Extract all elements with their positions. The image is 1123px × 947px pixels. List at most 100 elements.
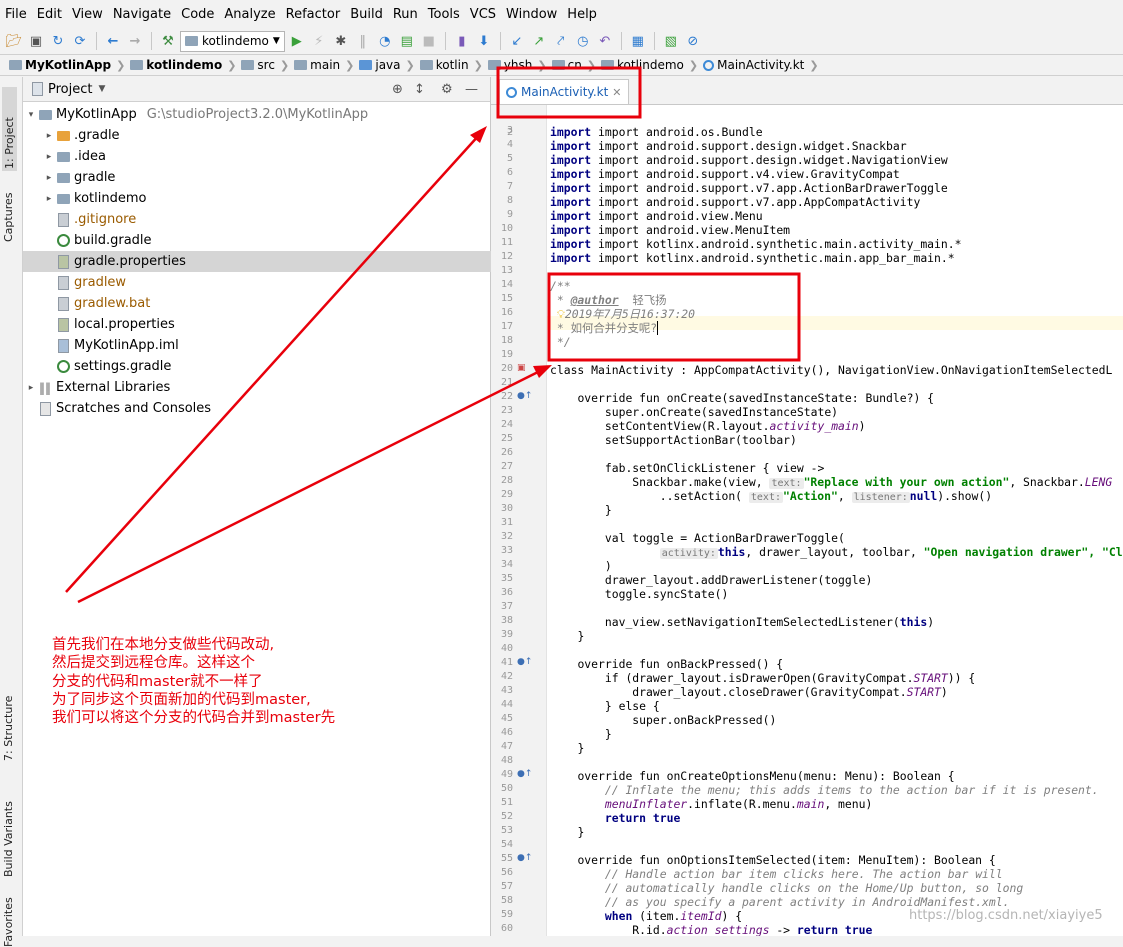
chevron-down-icon[interactable]: ▾: [25, 110, 37, 120]
override-gutter-icon[interactable]: ●↑: [517, 391, 532, 401]
vcs-revert-icon[interactable]: ↶: [595, 31, 615, 51]
breadcrumb-kotlin[interactable]: kotlin: [417, 58, 472, 72]
gear-icon[interactable]: ⚙︎: [441, 82, 453, 97]
override-gutter-icon[interactable]: ●↑: [517, 769, 532, 779]
tree-item[interactable]: build.gradle: [23, 230, 522, 251]
tree-item[interactable]: Scratches and Consoles: [23, 398, 504, 419]
save-icon[interactable]: ▣: [26, 31, 46, 51]
breadcrumb-separator: ❯: [809, 58, 819, 72]
project-view-selector[interactable]: Project: [48, 82, 92, 97]
line-number: 41: [500, 657, 513, 668]
vcs-update-icon[interactable]: ↙: [507, 31, 527, 51]
refresh-icon[interactable]: ⟳: [70, 31, 90, 51]
tab-mainactivity[interactable]: MainActivity.kt ✕: [499, 79, 629, 104]
monitor-icon[interactable]: ▧: [661, 31, 681, 51]
tree-item[interactable]: ▸ ‖‖ External Libraries: [23, 377, 492, 398]
forward-arrow-icon[interactable]: →: [125, 31, 145, 51]
editor-area: MainActivity.kt ✕ 2 3 4 5 6 7 8 9 10 11 12 13 14 15 16…: [491, 77, 1123, 936]
make-project-hammer-icon[interactable]: ⚒: [158, 31, 178, 51]
tree-item[interactable]: ▸ .gradle: [23, 125, 510, 146]
code-token: ): [604, 559, 612, 573]
stop-icon[interactable]: ■: [419, 31, 439, 51]
breadcrumb-src[interactable]: src: [238, 58, 278, 72]
run-tests-icon[interactable]: ▤: [397, 31, 417, 51]
chevron-right-icon[interactable]: ▸: [43, 131, 55, 141]
menu-tools[interactable]: Tools: [423, 0, 465, 30]
menu-build[interactable]: Build: [345, 0, 388, 30]
menu-vcs[interactable]: VCS: [465, 0, 501, 30]
breadcrumb-main[interactable]: main: [291, 58, 343, 72]
vcs-push-icon[interactable]: ⤤: [551, 31, 571, 51]
breadcrumb-project[interactable]: MyKotlinApp: [6, 58, 114, 72]
collapse-all-icon[interactable]: ↕: [414, 82, 425, 97]
sdk-manager-icon[interactable]: ⬇: [474, 31, 494, 51]
vcs-history-icon[interactable]: ◷: [573, 31, 593, 51]
open-folder-icon[interactable]: 📂︎: [4, 31, 24, 51]
tree-item[interactable]: settings.gradle: [23, 356, 522, 377]
menu-run[interactable]: Run: [388, 0, 423, 30]
tree-item[interactable]: .gitignore: [23, 209, 522, 230]
no-entry-icon[interactable]: ⊘: [683, 31, 703, 51]
chevron-right-icon[interactable]: ▸: [25, 383, 37, 393]
run-icon[interactable]: ▶: [287, 31, 307, 51]
tool-tab-structure[interactable]: 7: Structure: [2, 675, 15, 761]
breadcrumb-file[interactable]: MainActivity.kt: [700, 58, 807, 72]
tree-item-selected[interactable]: gradle.properties: [23, 251, 522, 272]
menu-view[interactable]: View: [67, 0, 108, 30]
tool-tab-favorites[interactable]: Favorites: [2, 887, 15, 947]
tree-item[interactable]: gradlew: [23, 272, 522, 293]
menu-refactor[interactable]: Refactor: [281, 0, 346, 30]
breadcrumb-package[interactable]: kotlindemo: [598, 58, 687, 72]
profile-icon[interactable]: ◔: [375, 31, 395, 51]
override-gutter-icon[interactable]: ●↑: [517, 853, 532, 863]
tree-root[interactable]: ▾ MyKotlinApp G:\studioProject3.2.0\MyKo…: [23, 104, 490, 125]
menu-edit[interactable]: Edit: [32, 0, 67, 30]
tree-item[interactable]: MyKotlinApp.iml: [23, 335, 522, 356]
breadcrumb-java[interactable]: java: [356, 58, 403, 72]
override-gutter-icon[interactable]: ●↑: [517, 657, 532, 667]
line-number: 18: [500, 335, 513, 346]
code-view[interactable]: import import android.os.Bundle import im…: [550, 105, 1123, 936]
run-configuration-select[interactable]: kotlindemo ▼: [180, 30, 285, 52]
chevron-down-icon[interactable]: ▼: [98, 84, 105, 94]
code-line: }: [550, 629, 584, 643]
tree-item[interactable]: local.properties: [23, 314, 522, 335]
tree-item[interactable]: ▸ .idea: [23, 146, 510, 167]
breadcrumb-label: kotlindemo: [146, 58, 223, 72]
menu-navigate[interactable]: Navigate: [108, 0, 176, 30]
class-gutter-icon[interactable]: ▣: [517, 363, 526, 373]
chevron-right-icon[interactable]: ▸: [43, 152, 55, 162]
menu-window[interactable]: Window: [501, 0, 562, 30]
breadcrumb-cn[interactable]: cn: [549, 58, 585, 72]
tool-tab-captures[interactable]: Captures: [2, 172, 15, 242]
avd-manager-icon[interactable]: ▮: [452, 31, 472, 51]
tree-item[interactable]: ▸ gradle: [23, 167, 510, 188]
apply-changes-icon[interactable]: ⚡: [309, 31, 329, 51]
breadcrumb-yhsh[interactable]: yhsh: [485, 58, 536, 72]
breadcrumb-separator: ❯: [537, 58, 547, 72]
breadcrumb-module[interactable]: kotlindemo: [127, 58, 225, 72]
code-token: }: [604, 727, 612, 741]
project-structure-icon[interactable]: ▦: [628, 31, 648, 51]
line-number: 12: [500, 251, 513, 262]
tree-item[interactable]: gradlew.bat: [23, 293, 522, 314]
line-number: 45: [500, 713, 513, 724]
code-token: */: [556, 335, 571, 349]
chevron-right-icon[interactable]: ▸: [43, 194, 55, 204]
menu-file[interactable]: File: [0, 0, 32, 30]
sync-icon[interactable]: ↻: [48, 31, 68, 51]
attach-debugger-icon[interactable]: ‖: [353, 31, 373, 51]
chevron-right-icon[interactable]: ▸: [43, 173, 55, 183]
hide-panel-icon[interactable]: —: [465, 82, 478, 97]
close-icon[interactable]: ✕: [612, 86, 621, 99]
vcs-commit-icon[interactable]: ↗: [529, 31, 549, 51]
tool-tab-build-variants[interactable]: Build Variants: [2, 777, 15, 877]
back-arrow-icon[interactable]: ←: [103, 31, 123, 51]
menu-help[interactable]: Help: [562, 0, 602, 30]
menu-code[interactable]: Code: [176, 0, 219, 30]
debug-icon[interactable]: ✱: [331, 31, 351, 51]
target-icon[interactable]: ⊕: [392, 82, 403, 97]
tree-item[interactable]: ▸ kotlindemo: [23, 188, 510, 209]
menu-analyze[interactable]: Analyze: [219, 0, 280, 30]
tool-tab-project[interactable]: 1: Project: [2, 87, 17, 171]
